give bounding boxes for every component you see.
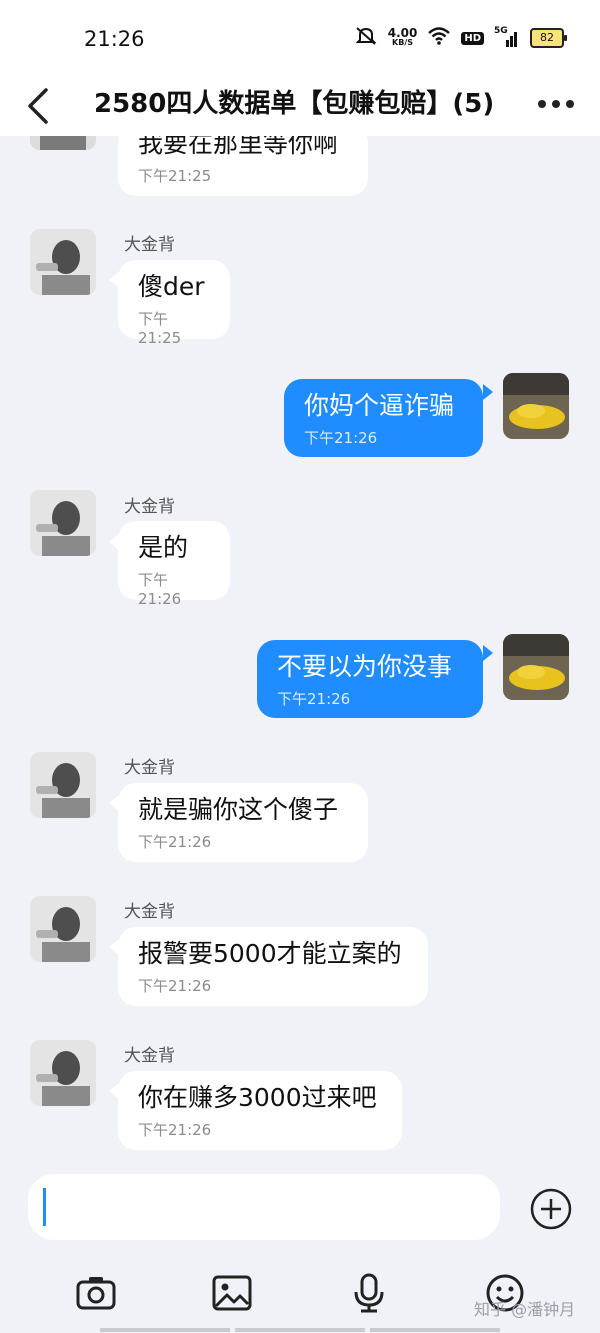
message-text: 不要以为你没事 [277, 652, 453, 681]
back-arrow-icon [28, 88, 48, 124]
avatar[interactable] [30, 490, 96, 556]
sender-name: 大金背 [124, 497, 175, 517]
add-button[interactable] [528, 1186, 574, 1232]
battery-indicator: 82 [530, 28, 567, 48]
nav-bar-segment [235, 1328, 365, 1332]
nav-bar-segment [100, 1328, 230, 1332]
status-time: 21:26 [84, 27, 145, 51]
text-cursor [43, 1188, 46, 1226]
nav-bar-segment [370, 1328, 500, 1332]
wifi-icon [427, 26, 451, 50]
avatar[interactable] [30, 136, 96, 150]
status-icons: 4.00 KB/S HD 5G 82 [354, 26, 567, 50]
message-text: 就是骗你这个傻子 [138, 795, 339, 824]
chat-header: 2580四人数据单【包赚包赔】(5) [0, 78, 600, 136]
message-list[interactable]: 我要在那里等你啊 下午21:25 大金背 傻der 下午21:25 你妈个逼诈骗… [0, 136, 600, 1170]
message-input[interactable] [28, 1174, 500, 1240]
message-bubble[interactable]: 报警要5000才能立案的 下午21:26 [118, 927, 428, 1006]
message-bubble[interactable]: 你妈个逼诈骗 下午21:26 [284, 379, 483, 457]
message-text: 报警要5000才能立案的 [138, 939, 402, 968]
my-avatar[interactable] [503, 373, 569, 439]
message-time: 下午21:26 [304, 429, 378, 447]
hd-badge: HD [461, 31, 484, 45]
avatar[interactable] [30, 1040, 96, 1106]
sender-name: 大金背 [124, 758, 175, 778]
message-bubble[interactable]: 就是骗你这个傻子 下午21:26 [118, 783, 368, 862]
message-text: 你在赚多3000过来吧 [138, 1083, 377, 1112]
more-options-button[interactable] [536, 84, 580, 124]
sender-name: 大金背 [124, 902, 175, 922]
message-text: 你妈个逼诈骗 [304, 391, 455, 420]
message-text: 我要在那里等你啊 [138, 136, 339, 158]
speed-value: 4.00 [387, 26, 418, 40]
message-time: 下午21:26 [138, 977, 212, 995]
message-time: 下午21:26 [138, 571, 182, 608]
voice-button[interactable] [348, 1272, 390, 1314]
image-button[interactable] [211, 1272, 253, 1314]
mute-icon [354, 26, 378, 50]
my-avatar[interactable] [503, 634, 569, 700]
back-button[interactable] [22, 84, 62, 128]
image-icon [212, 1275, 252, 1311]
avatar[interactable] [30, 229, 96, 295]
message-time: 下午21:26 [138, 833, 212, 851]
message-bubble[interactable]: 不要以为你没事 下午21:26 [257, 640, 483, 718]
sender-name: 大金背 [124, 1046, 175, 1066]
avatar[interactable] [30, 752, 96, 818]
message-bubble[interactable]: 傻der 下午21:25 [118, 260, 230, 347]
signal-icon: 5G [494, 26, 520, 48]
watermark: 知乎 @潘钟月 [474, 1300, 576, 1319]
message-time: 下午21:25 [138, 310, 182, 347]
message-text: 傻der [138, 272, 205, 301]
network-speed: 4.00 KB/S [387, 26, 418, 48]
message-bubble[interactable]: 我要在那里等你啊 下午21:25 [118, 136, 368, 196]
message-text: 是的 [138, 533, 189, 562]
more-dots-icon [538, 100, 574, 108]
status-bar: 21:26 4.00 KB/S HD 5G 82 [0, 0, 600, 78]
chat-title: 2580四人数据单【包赚包赔】(5) [94, 89, 495, 119]
plus-circle-icon [530, 1188, 572, 1230]
bubble-tail [483, 645, 493, 661]
microphone-icon [354, 1273, 384, 1313]
message-time: 下午21:26 [277, 690, 351, 708]
camera-icon [76, 1277, 116, 1310]
avatar[interactable] [30, 896, 96, 962]
message-bubble[interactable]: 是的 下午21:26 [118, 521, 230, 608]
sender-name: 大金背 [124, 235, 175, 255]
camera-button[interactable] [75, 1272, 117, 1314]
message-bubble[interactable]: 你在赚多3000过来吧 下午21:26 [118, 1071, 402, 1150]
message-time: 下午21:26 [138, 1121, 212, 1139]
bubble-tail [483, 384, 493, 400]
message-time: 下午21:25 [138, 167, 212, 185]
speed-unit: KB/S [392, 38, 414, 47]
